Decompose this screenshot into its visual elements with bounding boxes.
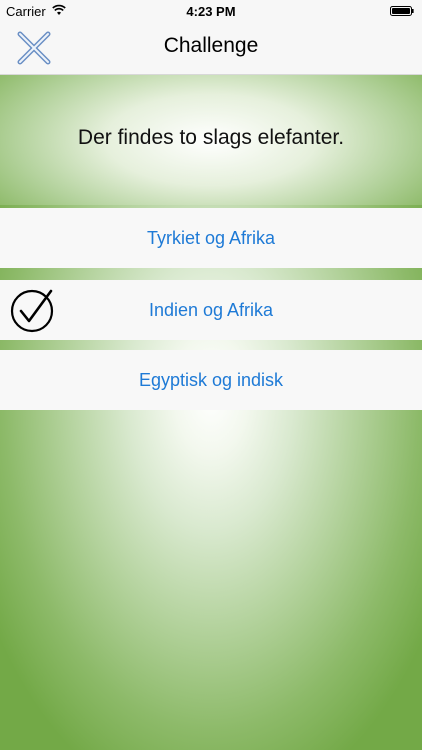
answer-label: Egyptisk og indisk xyxy=(138,370,284,390)
status-bar: Carrier 4:23 PM xyxy=(0,0,422,22)
nav-bar: Challenge xyxy=(0,22,422,75)
close-icon xyxy=(17,31,51,65)
page-title: Challenge xyxy=(163,34,259,57)
question-panel: Der findes to slags elefanter. xyxy=(0,75,422,205)
answer-label: Tyrkiet og Afrika xyxy=(146,228,276,248)
close-button[interactable] xyxy=(14,28,54,68)
answer-option-3[interactable]: Egyptisk og indisk xyxy=(0,350,422,410)
answer-label: Indien og Afrika xyxy=(148,300,274,320)
answer-option-1[interactable]: Tyrkiet og Afrika xyxy=(0,208,422,268)
status-time: 4:23 PM xyxy=(186,4,236,19)
answer-option-2[interactable]: Indien og Afrika xyxy=(0,280,422,340)
question-text: Der findes to slags elefanter. xyxy=(77,126,345,149)
battery-icon xyxy=(390,6,414,16)
